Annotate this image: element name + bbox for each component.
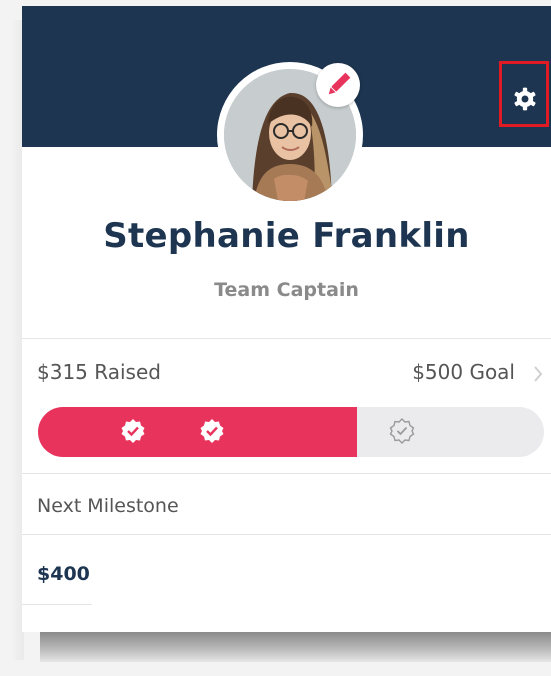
verified-badge-icon xyxy=(200,419,224,443)
profile-card: Stephanie Franklin Team Captain $315 Rai… xyxy=(22,6,551,632)
chevron-right-icon[interactable] xyxy=(531,363,545,385)
next-milestone-label: Next Milestone xyxy=(37,495,179,517)
raised-amount: $315 Raised xyxy=(37,360,161,384)
fundraising-progress-bar xyxy=(38,407,544,457)
goal-amount[interactable]: $500 Goal xyxy=(412,360,515,384)
verified-badge-icon xyxy=(389,418,415,444)
profile-name: Stephanie Franklin xyxy=(103,216,470,256)
edit-profile-button[interactable] xyxy=(316,63,360,107)
profile-role: Team Captain xyxy=(214,279,359,301)
next-milestone-amount: $400 xyxy=(37,563,90,585)
pencil-icon xyxy=(328,72,351,95)
screenshot-crop-mask xyxy=(92,556,551,632)
verified-badge-icon xyxy=(121,419,145,443)
divider xyxy=(22,534,551,535)
divider xyxy=(22,338,551,339)
divider xyxy=(22,473,551,474)
page-shadow xyxy=(40,632,551,662)
gear-icon[interactable] xyxy=(512,86,538,112)
